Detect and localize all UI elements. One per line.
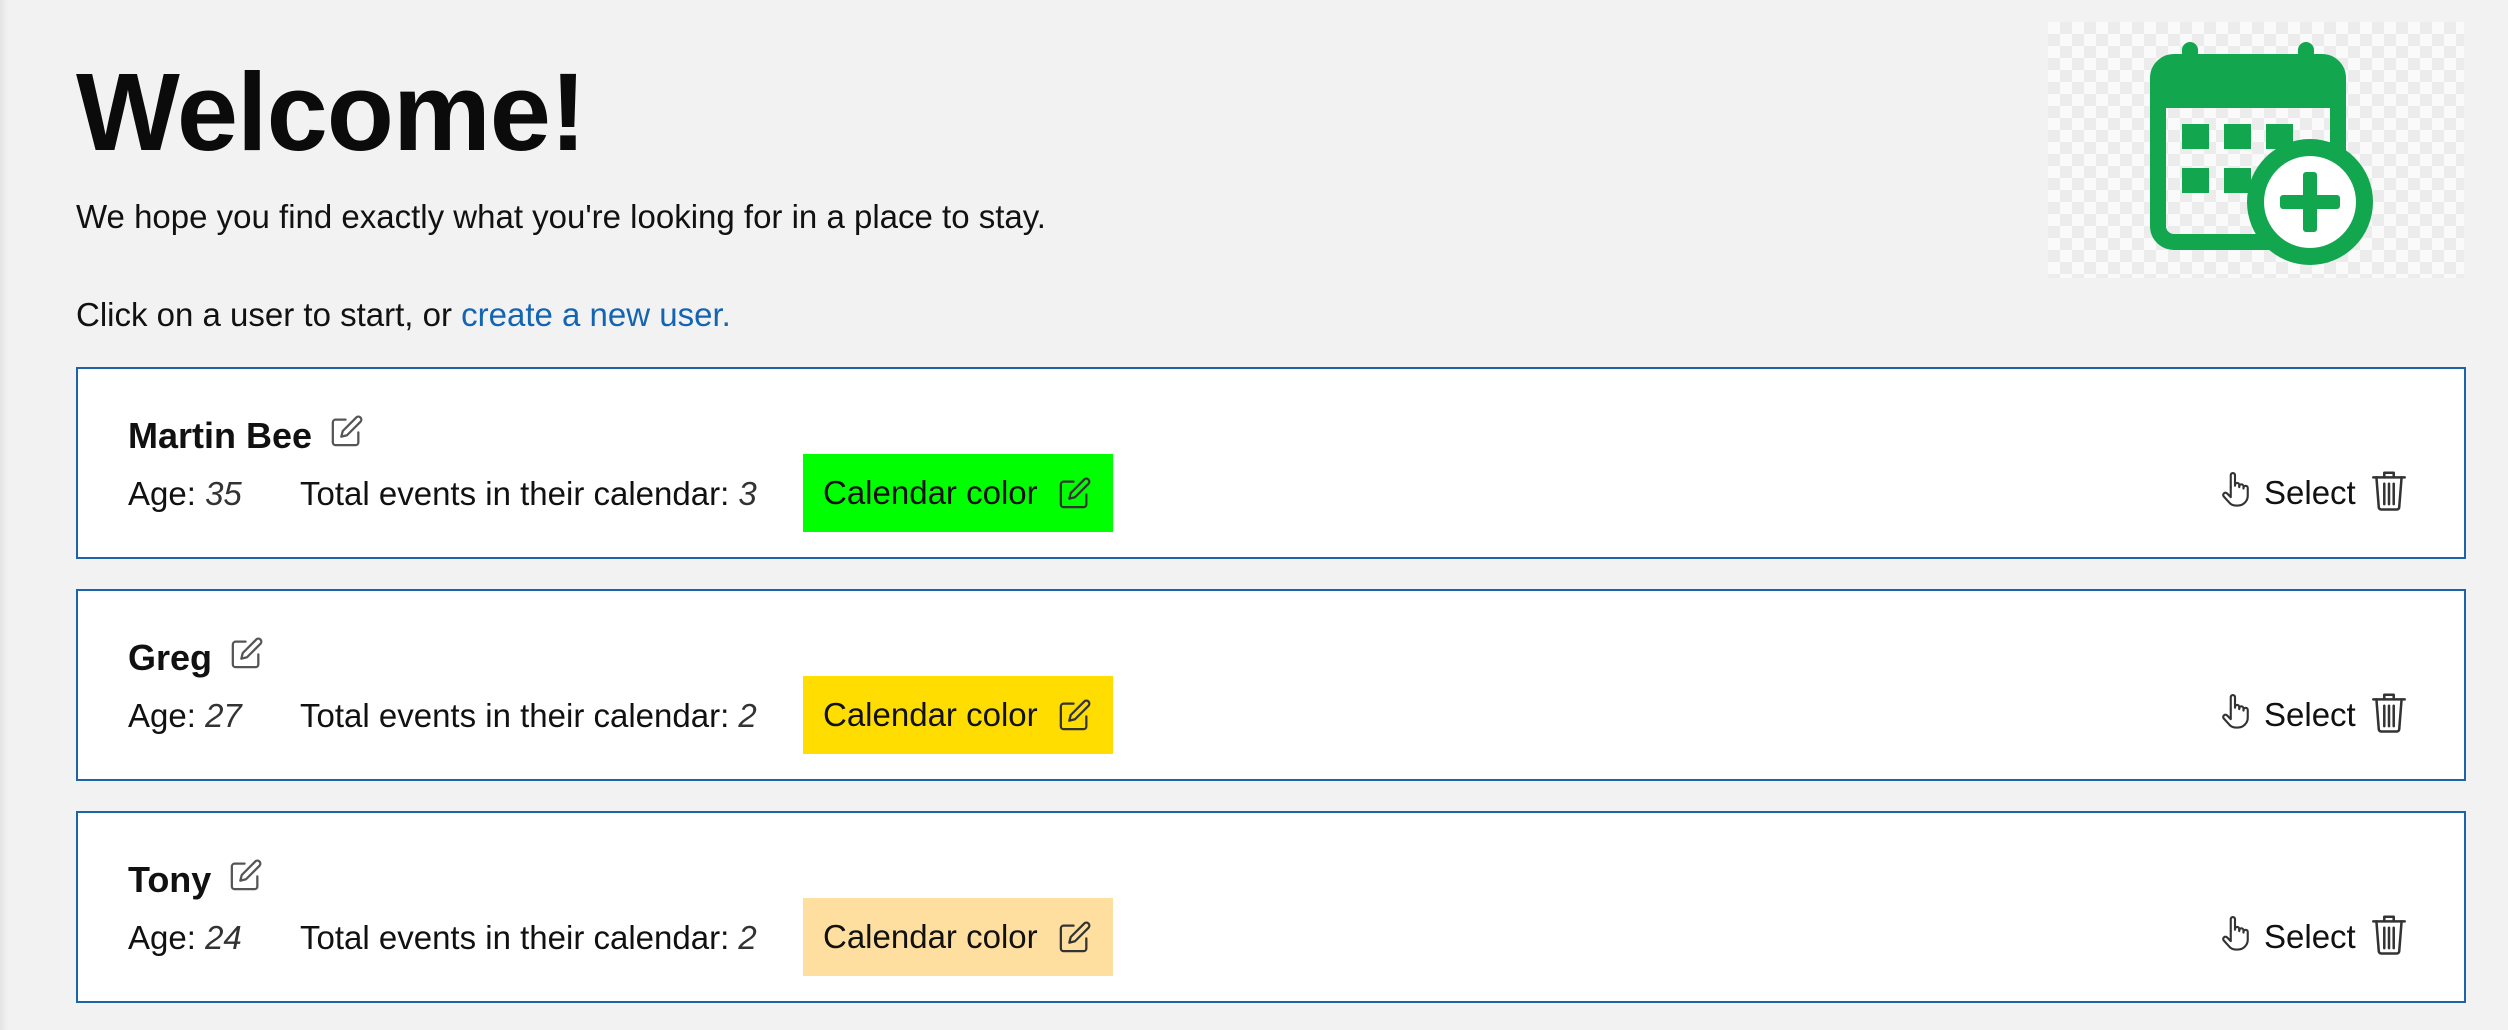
edit-icon	[1058, 920, 1092, 954]
edit-icon	[1058, 698, 1092, 732]
edit-icon[interactable]	[230, 636, 264, 679]
age-label: Age:	[128, 697, 196, 734]
calendar-color-label: Calendar color	[823, 918, 1038, 955]
user-age: Age: 35	[128, 474, 242, 514]
select-label: Select	[2264, 695, 2356, 733]
page-title: Welcome!	[76, 51, 587, 174]
select-user-button[interactable]: Select	[2218, 914, 2356, 959]
intro-label: Click on a user to start, or	[76, 296, 462, 333]
events-value: 2	[738, 919, 757, 956]
user-age: Age: 24	[128, 918, 242, 958]
intro-text: Click on a user to start, or create a ne…	[76, 295, 731, 335]
calendar-color-label: Calendar color	[823, 474, 1038, 511]
user-name-text: Martin Bee	[128, 415, 313, 456]
calendar-color-button[interactable]: Calendar color	[803, 898, 1113, 976]
calendar-color-button[interactable]: Calendar color	[803, 454, 1113, 532]
user-age: Age: 27	[128, 696, 242, 736]
page-subtitle: We hope you find exactly what you're loo…	[76, 198, 1046, 235]
hand-pointer-icon	[2218, 470, 2252, 515]
app-logo	[2048, 22, 2464, 278]
events-label: Total events in their calendar:	[300, 475, 730, 512]
select-label: Select	[2264, 473, 2356, 511]
select-label: Select	[2264, 917, 2356, 955]
age-label: Age:	[128, 919, 196, 956]
calendar-color-button[interactable]: Calendar color	[803, 676, 1113, 754]
calendar-color-label: Calendar color	[823, 696, 1038, 733]
calendar-plus-icon	[2150, 42, 2373, 265]
age-label: Age:	[128, 475, 196, 512]
edit-icon[interactable]	[330, 414, 364, 457]
user-card[interactable]: Greg Age: 27 Total events in their calen…	[76, 589, 2466, 781]
left-edge-shadow	[0, 0, 8, 1030]
user-events: Total events in their calendar: 2	[300, 696, 757, 736]
events-value: 3	[738, 475, 757, 512]
events-label: Total events in their calendar:	[300, 697, 730, 734]
events-value: 2	[738, 697, 757, 734]
user-card[interactable]: Martin Bee Age: 35 Total events in their…	[76, 367, 2466, 559]
user-name: Greg	[128, 637, 264, 682]
user-name: Tony	[128, 859, 263, 904]
user-events: Total events in their calendar: 2	[300, 918, 757, 958]
welcome-page: Welcome! We hope you find exactly what y…	[0, 0, 2508, 1030]
trash-icon[interactable]	[2370, 690, 2408, 739]
age-value: 27	[205, 697, 242, 734]
select-user-button[interactable]: Select	[2218, 692, 2356, 737]
edit-icon[interactable]	[229, 858, 263, 901]
hand-pointer-icon	[2218, 692, 2252, 737]
age-value: 35	[205, 475, 242, 512]
user-name-text: Greg	[128, 637, 213, 678]
trash-icon[interactable]	[2370, 468, 2408, 517]
hand-pointer-icon	[2218, 914, 2252, 959]
user-card[interactable]: Tony Age: 24 Total events in their calen…	[76, 811, 2466, 1003]
age-value: 24	[205, 919, 242, 956]
user-name: Martin Bee	[128, 415, 364, 460]
edit-icon	[1058, 476, 1092, 510]
select-user-button[interactable]: Select	[2218, 470, 2356, 515]
create-user-link[interactable]: create a new user.	[461, 296, 731, 333]
trash-icon[interactable]	[2370, 912, 2408, 961]
events-label: Total events in their calendar:	[300, 919, 730, 956]
user-name-text: Tony	[128, 859, 212, 900]
user-events: Total events in their calendar: 3	[300, 474, 757, 514]
